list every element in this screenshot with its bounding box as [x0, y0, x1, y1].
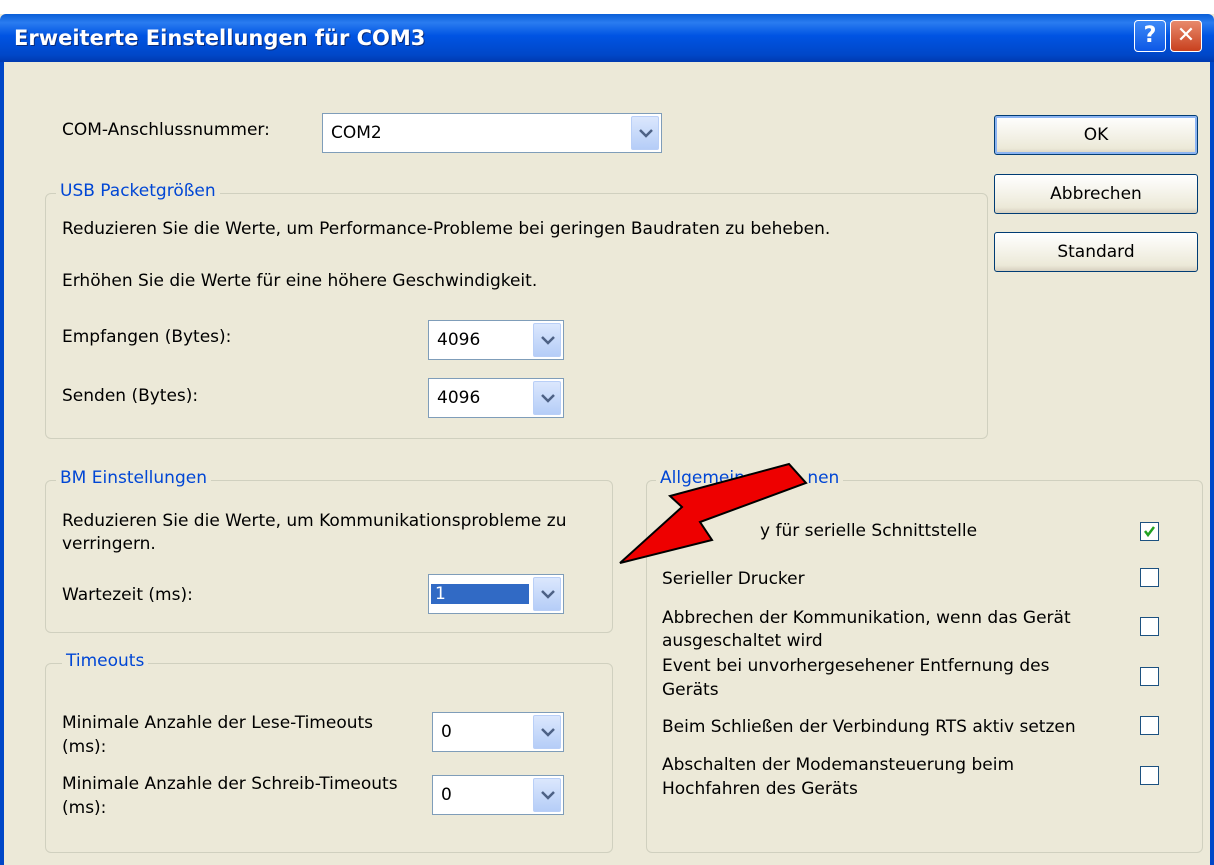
com-port-label: COM-Anschlussnummer:	[62, 120, 270, 140]
receive-select[interactable]: 4096	[428, 320, 564, 360]
send-label: Senden (Bytes):	[62, 386, 199, 406]
window-title: Erweiterte Einstellungen für COM3	[14, 26, 426, 50]
ok-button[interactable]: OK	[994, 115, 1198, 155]
com-port-value: COM2	[331, 123, 382, 143]
usb-text-1: Reduzieren Sie die Werte, um Performance…	[62, 219, 831, 239]
read-timeout-select[interactable]: 0	[432, 712, 564, 752]
read-timeout-label-1: Minimale Anzahle der Lese-Timeouts	[62, 713, 374, 733]
com-port-select[interactable]: COM2	[322, 113, 662, 153]
timeouts-group-legend: Timeouts	[62, 651, 149, 671]
option-checkbox[interactable]	[1140, 766, 1159, 785]
send-value: 4096	[437, 388, 481, 408]
option-label-line-2: Hochfahren des Geräts	[662, 779, 858, 799]
option-label: Beim Schließen der Verbindung RTS aktiv …	[662, 717, 1076, 737]
bm-group-legend: BM Einstellungen	[56, 468, 211, 488]
option-label: Abbrechen der Kommunikation, wenn das Ge…	[662, 608, 1071, 628]
red-arrow-annotation	[619, 462, 808, 564]
read-timeout-label-2: (ms):	[62, 737, 107, 757]
chevron-down-icon[interactable]	[533, 715, 561, 749]
option-label: Abschalten der Modemansteuerung beim	[662, 755, 1015, 775]
bm-text-line-1: Reduzieren Sie die Werte, um Kommunikati…	[62, 511, 567, 531]
wait-time-select[interactable]: 1	[428, 574, 564, 614]
close-button[interactable]: ✕	[1170, 20, 1202, 52]
usb-group-legend: USB Packetgrößen	[56, 181, 220, 201]
option-checkbox[interactable]	[1140, 568, 1159, 587]
option-checkbox[interactable]	[1140, 617, 1159, 636]
chevron-down-icon[interactable]	[533, 778, 561, 812]
cancel-button[interactable]: Abbrechen	[994, 174, 1198, 214]
wait-time-label: Wartezeit (ms):	[62, 585, 193, 605]
default-button[interactable]: Standard	[994, 232, 1198, 272]
option-checkbox[interactable]	[1140, 667, 1159, 686]
option-label-line-2: ausgeschaltet wird	[662, 631, 823, 651]
receive-value: 4096	[437, 330, 481, 350]
close-icon: ✕	[1176, 23, 1196, 48]
chevron-down-icon[interactable]	[631, 116, 659, 150]
wait-time-value: 1	[431, 584, 529, 604]
write-timeout-label-2: (ms):	[62, 798, 107, 818]
chevron-down-icon[interactable]	[533, 381, 561, 415]
help-icon: ?	[1143, 23, 1157, 48]
option-checkbox[interactable]	[1140, 716, 1159, 735]
chevron-down-icon[interactable]	[533, 577, 561, 611]
send-select[interactable]: 4096	[428, 378, 564, 418]
write-timeout-value: 0	[441, 785, 452, 805]
write-timeout-select[interactable]: 0	[432, 775, 564, 815]
background-strip	[0, 0, 1214, 14]
option-label-line-2: Geräts	[662, 680, 719, 700]
usb-text-2: Erhöhen Sie die Werte für eine höhere Ge…	[62, 271, 538, 291]
write-timeout-label-1: Minimale Anzahle der Schreib-Timeouts	[62, 774, 398, 794]
option-checkbox[interactable]	[1140, 522, 1159, 541]
option-label: Event bei unvorhergesehener Entfernung d…	[662, 656, 1050, 676]
timeouts-group	[45, 663, 613, 853]
chevron-down-icon[interactable]	[533, 323, 561, 357]
help-button[interactable]: ?	[1134, 20, 1166, 52]
bm-text-line-2: verringern.	[62, 534, 156, 554]
read-timeout-value: 0	[441, 722, 452, 742]
receive-label: Empfangen (Bytes):	[62, 327, 232, 347]
